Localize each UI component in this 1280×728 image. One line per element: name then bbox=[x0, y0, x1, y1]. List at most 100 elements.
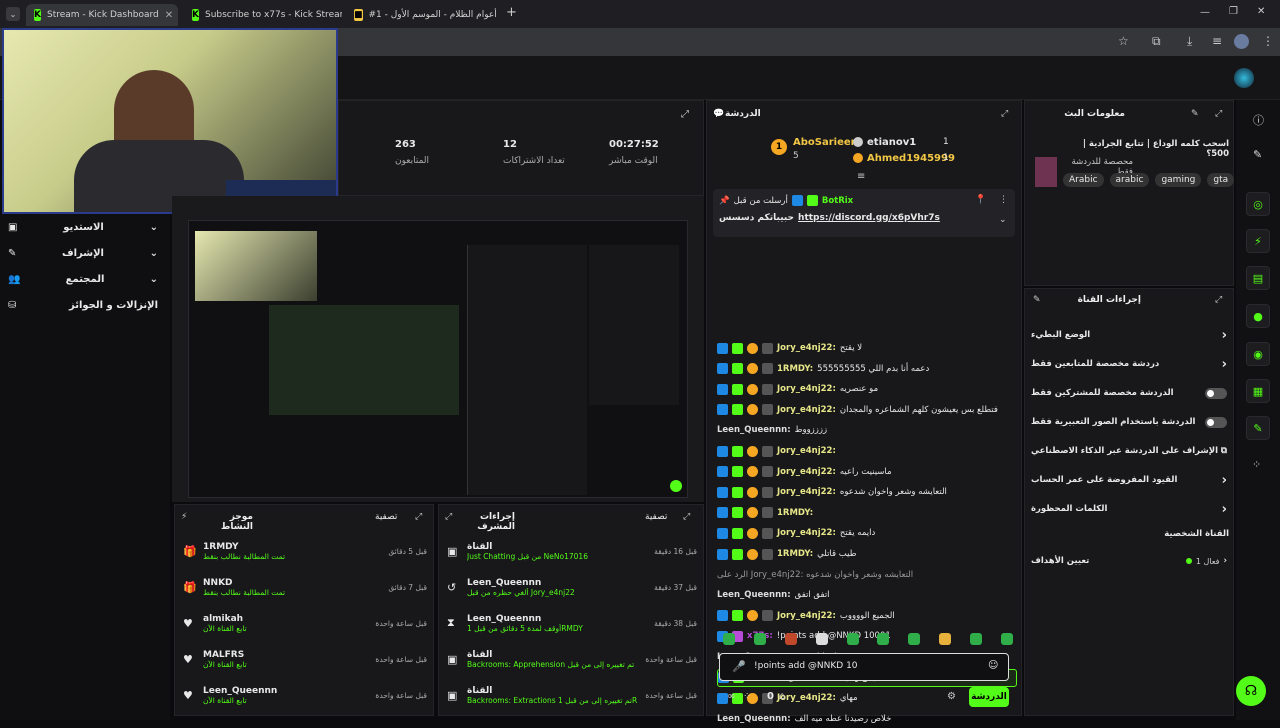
microphone-icon[interactable]: 🎤 bbox=[732, 660, 746, 673]
chat-username[interactable]: Jory_e4nj22: bbox=[777, 611, 836, 621]
feed-name[interactable]: 1RMDY bbox=[203, 542, 382, 552]
feed-name[interactable]: القناة bbox=[467, 542, 648, 552]
chat-username[interactable]: Jory_e4nj22: bbox=[777, 405, 836, 415]
chevron-right-icon[interactable]: › bbox=[1222, 502, 1227, 517]
external-link-icon[interactable]: ⧉ bbox=[1221, 446, 1227, 456]
feed-name[interactable]: القناة bbox=[467, 650, 639, 660]
support-button[interactable]: ☊ bbox=[1236, 676, 1266, 706]
channel-points-icon[interactable]: ⁘ bbox=[743, 691, 751, 702]
close-window-icon[interactable]: ✕ bbox=[1257, 6, 1265, 17]
chat-input-box[interactable]: 🎤 !points add @NNKD 10 ☺ bbox=[719, 653, 1009, 681]
notes-icon[interactable]: ▤ bbox=[1246, 266, 1270, 290]
extensions-icon[interactable]: ⧉ bbox=[1152, 34, 1161, 49]
feed-name[interactable]: almikah bbox=[203, 614, 369, 624]
discord-link[interactable]: https://discord.gg/x6pVhr7s bbox=[798, 213, 940, 223]
channel-action-row[interactable]: دردشة مخصصة للمتابعين فقط › bbox=[1031, 352, 1227, 376]
chat-username[interactable]: Leen_Queennn: bbox=[717, 425, 791, 435]
emote-icon[interactable] bbox=[815, 633, 828, 645]
user-avatar[interactable] bbox=[1234, 68, 1254, 88]
community-icon[interactable]: ⁘ bbox=[1252, 458, 1261, 471]
info-icon[interactable]: ⓘ bbox=[1253, 112, 1264, 128]
leaderboard-user[interactable]: etianov1 bbox=[867, 137, 916, 148]
tag[interactable]: gta bbox=[1207, 173, 1235, 187]
chat-username[interactable]: Jory_e4nj22: bbox=[777, 446, 836, 456]
lightning-icon[interactable]: ⚡ bbox=[1246, 229, 1270, 253]
chat-username[interactable]: Leen_Queennn: bbox=[717, 714, 791, 724]
bookmark-star-icon[interactable]: ☆ bbox=[1118, 34, 1129, 48]
chat-username[interactable]: Jory_e4nj22: bbox=[777, 467, 836, 477]
expand-icon[interactable]: ⤢ bbox=[683, 512, 690, 522]
feed-name[interactable]: Leen_Queennn bbox=[203, 686, 369, 696]
expand-icon[interactable]: ⤢ bbox=[445, 512, 452, 522]
chat-username[interactable]: Jory_e4nj22: bbox=[777, 693, 836, 703]
toggle-switch[interactable] bbox=[1205, 416, 1227, 428]
maximize-icon[interactable]: ❐ bbox=[1229, 6, 1238, 17]
chat-username[interactable]: Jory_e4nj22: bbox=[777, 487, 836, 497]
filter-button[interactable]: تصفية bbox=[645, 512, 667, 522]
chat-username[interactable]: 1RMDY: bbox=[777, 364, 813, 374]
new-tab-button[interactable]: + bbox=[506, 5, 517, 20]
filter-button[interactable]: تصفية bbox=[375, 512, 397, 522]
layout-icon[interactable]: ▦ bbox=[1246, 379, 1270, 403]
emote-icon[interactable] bbox=[784, 633, 797, 645]
channel-action-row[interactable]: القيود المفروضة على عمر الحساب › bbox=[1031, 468, 1227, 492]
emote-icon[interactable] bbox=[970, 633, 982, 645]
chat-username[interactable]: 1RMDY: bbox=[777, 508, 813, 518]
feed-name[interactable]: MALFRS bbox=[203, 650, 369, 660]
tag[interactable]: gaming bbox=[1155, 173, 1202, 187]
emote-icon[interactable] bbox=[877, 633, 890, 645]
leaderboard-user[interactable]: Ahmed1945999 bbox=[867, 153, 955, 164]
channel-action-row[interactable]: الكلمات المحظورة › bbox=[1031, 497, 1227, 521]
send-chat-button[interactable]: الدردشة bbox=[969, 687, 1009, 707]
chat-username[interactable]: Jory_e4nj22: bbox=[777, 343, 836, 353]
broadcast-icon[interactable]: ◉ bbox=[1246, 342, 1270, 366]
chat-username[interactable]: 1RMDY: bbox=[777, 549, 813, 559]
settings-gear-icon[interactable]: ⚙ bbox=[947, 691, 956, 702]
chevron-right-icon[interactable]: › bbox=[1222, 357, 1227, 372]
expand-icon[interactable]: ⤢ bbox=[681, 109, 689, 120]
sidebar-item-studio[interactable]: ⌄ الاستديو ▣ bbox=[8, 216, 158, 238]
channel-action-row[interactable]: الدردشة مخصصة للمشتركين فقط bbox=[1031, 381, 1227, 405]
expand-icon[interactable]: ⤢ bbox=[1001, 109, 1008, 119]
infinity-icon[interactable]: ∞ bbox=[727, 691, 735, 702]
emote-icon[interactable] bbox=[723, 633, 735, 645]
feed-name[interactable]: NNKD bbox=[203, 578, 382, 588]
sidebar-item-moderation[interactable]: ⌄ الإشراف ✎ bbox=[8, 242, 158, 264]
chat-username[interactable]: Leen_Queennn: bbox=[717, 590, 791, 600]
channel-action-row[interactable]: الوضع البطيء › bbox=[1031, 323, 1227, 347]
emoji-picker-icon[interactable]: ☺ bbox=[988, 660, 998, 671]
leaderboard-user[interactable]: AboSarieen bbox=[793, 137, 858, 148]
store-icon[interactable]: ⌂ bbox=[779, 691, 785, 702]
chat-username[interactable]: Jory_e4nj22: bbox=[777, 528, 836, 538]
expand-icon[interactable]: ⤢ bbox=[1215, 295, 1222, 305]
channel-action-row[interactable]: الدردشة باستخدام الصور التعبيرية فقط bbox=[1031, 410, 1227, 434]
tab-list-icon[interactable]: ⌄ bbox=[6, 7, 20, 21]
sidebar-item-drops[interactable]: الإنزالات و الجوائز ⛁ bbox=[8, 294, 158, 316]
profile-avatar[interactable] bbox=[1234, 34, 1249, 49]
feed-name[interactable]: القناة bbox=[467, 686, 639, 696]
feed-name[interactable]: Leen_Queennn bbox=[467, 614, 648, 624]
emote-icon[interactable] bbox=[753, 633, 766, 645]
tag[interactable]: Arabic bbox=[1063, 173, 1104, 187]
chevron-right-icon[interactable]: › bbox=[1222, 328, 1227, 343]
browser-tab-2[interactable]: KSubscribe to x77s - Kick Stream✕ bbox=[184, 4, 342, 26]
emote-icon[interactable] bbox=[1000, 633, 1013, 645]
chat-bubble-icon[interactable]: ● bbox=[1246, 304, 1270, 328]
chat-username[interactable]: Jory_e4nj22: bbox=[777, 384, 836, 394]
clip-icon[interactable]: ◎ bbox=[1246, 192, 1270, 216]
expand-icon[interactable]: ⤢ bbox=[415, 512, 422, 522]
chevron-down-icon[interactable]: ⌄ bbox=[999, 215, 1007, 225]
channel-action-row[interactable]: الإشراف على الدردشة عبر الذكاء الاصطناعي… bbox=[1031, 439, 1227, 463]
more-options-icon[interactable]: ⋮ bbox=[999, 195, 1008, 205]
edit-icon[interactable]: ✎ bbox=[1253, 148, 1262, 161]
reading-list-icon[interactable]: ≡ bbox=[1212, 34, 1222, 48]
browser-tab-3[interactable]: ■#1 - أعوام الظلام - الموسم الأول✕ bbox=[346, 4, 496, 26]
download-icon[interactable]: ⤓ bbox=[1187, 34, 1192, 49]
expand-icon[interactable]: ⤢ bbox=[1215, 109, 1222, 119]
emote-icon[interactable] bbox=[908, 633, 921, 645]
minimize-icon[interactable]: — bbox=[1200, 7, 1210, 18]
feed-name[interactable]: Leen_Queennn bbox=[467, 578, 648, 588]
toggle-switch[interactable] bbox=[1205, 387, 1227, 399]
chevron-right-icon[interactable]: › bbox=[1222, 473, 1227, 488]
chat-input[interactable]: !points add @NNKD 10 bbox=[754, 661, 858, 671]
